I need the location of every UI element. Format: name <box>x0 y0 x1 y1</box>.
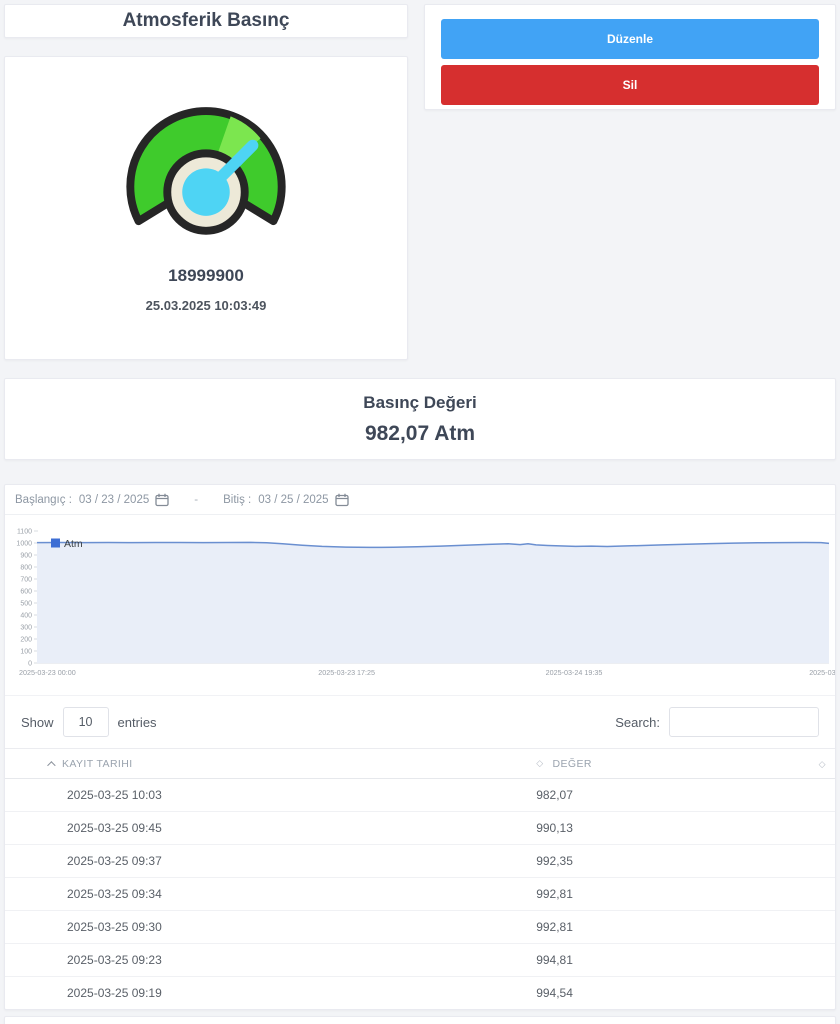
date-filter-row: Başlangıç : 03 / 23 / 2025 - Bitiş : 03 … <box>5 485 835 515</box>
end-date-value: 03 / 25 / 2025 <box>258 494 328 506</box>
start-date-value: 03 / 23 / 2025 <box>79 494 149 506</box>
pressure-card: Basınç Değeri 982,07 Atm <box>4 378 836 460</box>
gauge-icon <box>118 104 294 250</box>
x-tick-label: 2025-03-23 17:25 <box>318 668 375 677</box>
table-footer-card <box>4 1016 836 1024</box>
y-tick-label: 100 <box>20 649 32 656</box>
cell-value: 982,07 <box>536 788 835 802</box>
table-row[interactable]: 2025-03-25 09:37992,35 <box>5 845 835 878</box>
end-date-field[interactable]: 03 / 25 / 2025 <box>258 493 348 507</box>
page-size-input[interactable] <box>63 707 109 737</box>
legend-swatch[interactable] <box>51 539 60 548</box>
start-date-label: Başlangıç : <box>15 494 72 506</box>
title-card: Atmosferik Basınç <box>4 4 408 38</box>
y-tick-label: 1100 <box>17 529 32 536</box>
search-label: Search: <box>615 715 660 730</box>
sort-both-icon: ◇ <box>819 760 826 769</box>
table-row[interactable]: 2025-03-25 09:30992,81 <box>5 911 835 944</box>
x-tick-label: 2025-03-24 19:35 <box>546 668 603 677</box>
y-tick-label: 1000 <box>16 541 32 548</box>
edit-button[interactable]: Düzenle <box>441 19 819 59</box>
y-tick-label: 300 <box>20 625 32 632</box>
date-range-separator: - <box>194 494 198 506</box>
legend-label[interactable]: Atm <box>64 538 83 550</box>
cell-value: 990,13 <box>536 821 835 835</box>
table-row[interactable]: 2025-03-25 09:23994,81 <box>5 944 835 977</box>
delete-button[interactable]: Sil <box>441 65 819 105</box>
sensor-timestamp: 25.03.2025 10:03:49 <box>146 298 267 313</box>
entries-label: entries <box>118 715 157 730</box>
table-body: 2025-03-25 10:03982,072025-03-25 09:4599… <box>5 779 835 1010</box>
pressure-area-chart[interactable]: 0 100 200 300 400 500 600 700 800 900 1000 1100 2025… <box>5 515 835 696</box>
y-tick-label: 500 <box>20 601 32 608</box>
table-header-row: KAYIT TARIHI ◇ DEĞER ◇ <box>5 748 835 779</box>
y-tick-label: 800 <box>20 565 32 572</box>
show-label: Show <box>21 715 54 730</box>
sort-both-icon: ◇ <box>536 759 543 768</box>
gauge-card: 18999900 25.03.2025 10:03:49 <box>4 56 408 360</box>
y-tick-label: 700 <box>20 577 32 584</box>
cell-record-date: 2025-03-25 09:34 <box>5 887 536 901</box>
cell-record-date: 2025-03-25 09:23 <box>5 953 536 967</box>
calendar-icon[interactable] <box>335 493 349 507</box>
pressure-title: Basınç Değeri <box>363 393 476 413</box>
page-title: Atmosferik Basınç <box>123 10 290 32</box>
table-row[interactable]: 2025-03-25 09:19994,54 <box>5 977 835 1010</box>
y-tick-label: 200 <box>20 637 32 644</box>
cell-record-date: 2025-03-25 09:19 <box>5 986 536 1000</box>
column-header-kayit-tarihi[interactable]: KAYIT TARIHI <box>5 758 536 770</box>
sort-asc-icon <box>47 761 55 769</box>
x-tick-label: 2025-03-23 00:00 <box>19 668 76 677</box>
table-row[interactable]: 2025-03-25 09:45990,13 <box>5 812 835 845</box>
cell-value: 994,54 <box>536 986 835 1000</box>
y-tick-label: 0 <box>28 661 32 668</box>
cell-value: 992,81 <box>536 887 835 901</box>
y-tick-label: 600 <box>20 589 32 596</box>
cell-record-date: 2025-03-25 09:30 <box>5 920 536 934</box>
table-controls-row: Show entries Search: <box>5 696 835 748</box>
end-date-label: Bitiş : <box>223 494 251 506</box>
sensor-raw-value: 18999900 <box>168 266 244 286</box>
actions-card: Düzenle Sil <box>424 4 836 110</box>
column-label: DEĞER <box>553 758 592 770</box>
cell-value: 992,35 <box>536 854 835 868</box>
y-tick-label: 900 <box>20 553 32 560</box>
x-tick-label: 2025-03- <box>809 668 835 677</box>
cell-record-date: 2025-03-25 10:03 <box>5 788 536 802</box>
y-tick-label: 400 <box>20 613 32 620</box>
cell-value: 994,81 <box>536 953 835 967</box>
cell-record-date: 2025-03-25 09:37 <box>5 854 536 868</box>
start-date-field[interactable]: 03 / 23 / 2025 <box>79 493 169 507</box>
calendar-icon[interactable] <box>155 493 169 507</box>
search-input[interactable] <box>669 707 819 737</box>
history-card: Başlangıç : 03 / 23 / 2025 - Bitiş : 03 … <box>4 484 836 1010</box>
column-label: KAYIT TARIHI <box>62 758 133 770</box>
series-area <box>37 542 829 663</box>
cell-value: 992,81 <box>536 920 835 934</box>
table-row[interactable]: 2025-03-25 10:03982,07 <box>5 779 835 812</box>
table-row[interactable]: 2025-03-25 09:34992,81 <box>5 878 835 911</box>
cell-record-date: 2025-03-25 09:45 <box>5 821 536 835</box>
pressure-value: 982,07 Atm <box>365 422 475 446</box>
column-header-deger[interactable]: ◇ DEĞER <box>536 758 835 770</box>
